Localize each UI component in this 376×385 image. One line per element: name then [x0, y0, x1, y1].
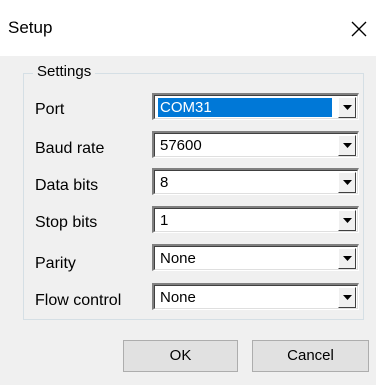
- baud-rate-select[interactable]: 57600: [152, 131, 359, 158]
- baud-rate-value: 57600: [160, 137, 202, 154]
- port-value: COM31: [158, 98, 332, 117]
- flow-control-label: Flow control: [35, 292, 122, 309]
- window-title: Setup: [8, 18, 53, 37]
- stop-bits-value: 1: [160, 212, 169, 229]
- data-bits-label: Data bits: [35, 177, 99, 194]
- title-bar: Setup: [0, 0, 376, 56]
- cancel-button[interactable]: Cancel: [252, 340, 369, 372]
- parity-value: None: [160, 250, 196, 267]
- port-dropdown-button[interactable]: [338, 97, 356, 118]
- parity-label: Parity: [35, 255, 76, 272]
- flow-control-select[interactable]: None: [152, 283, 359, 310]
- port-label: Port: [35, 101, 65, 118]
- chevron-down-icon: [343, 180, 352, 185]
- close-icon[interactable]: [350, 20, 368, 38]
- chevron-down-icon: [343, 105, 352, 110]
- parity-dropdown-button[interactable]: [338, 248, 356, 269]
- stop-bits-label: Stop bits: [35, 214, 98, 231]
- port-select[interactable]: COM31: [152, 93, 359, 120]
- baud-rate-label: Baud rate: [35, 140, 105, 157]
- stop-bits-dropdown-button[interactable]: [338, 210, 356, 231]
- chevron-down-icon: [343, 256, 352, 261]
- data-bits-select[interactable]: 8: [152, 168, 359, 195]
- ok-button[interactable]: OK: [123, 340, 238, 372]
- chevron-down-icon: [343, 218, 352, 223]
- baud-rate-dropdown-button[interactable]: [338, 135, 356, 156]
- data-bits-value: 8: [160, 174, 169, 191]
- stop-bits-select[interactable]: 1: [152, 206, 359, 233]
- parity-select[interactable]: None: [152, 244, 359, 271]
- flow-control-dropdown-button[interactable]: [338, 287, 356, 308]
- flow-control-value: None: [160, 289, 196, 306]
- settings-group-label: Settings: [33, 63, 96, 80]
- chevron-down-icon: [343, 295, 352, 300]
- data-bits-dropdown-button[interactable]: [338, 172, 356, 193]
- chevron-down-icon: [343, 143, 352, 148]
